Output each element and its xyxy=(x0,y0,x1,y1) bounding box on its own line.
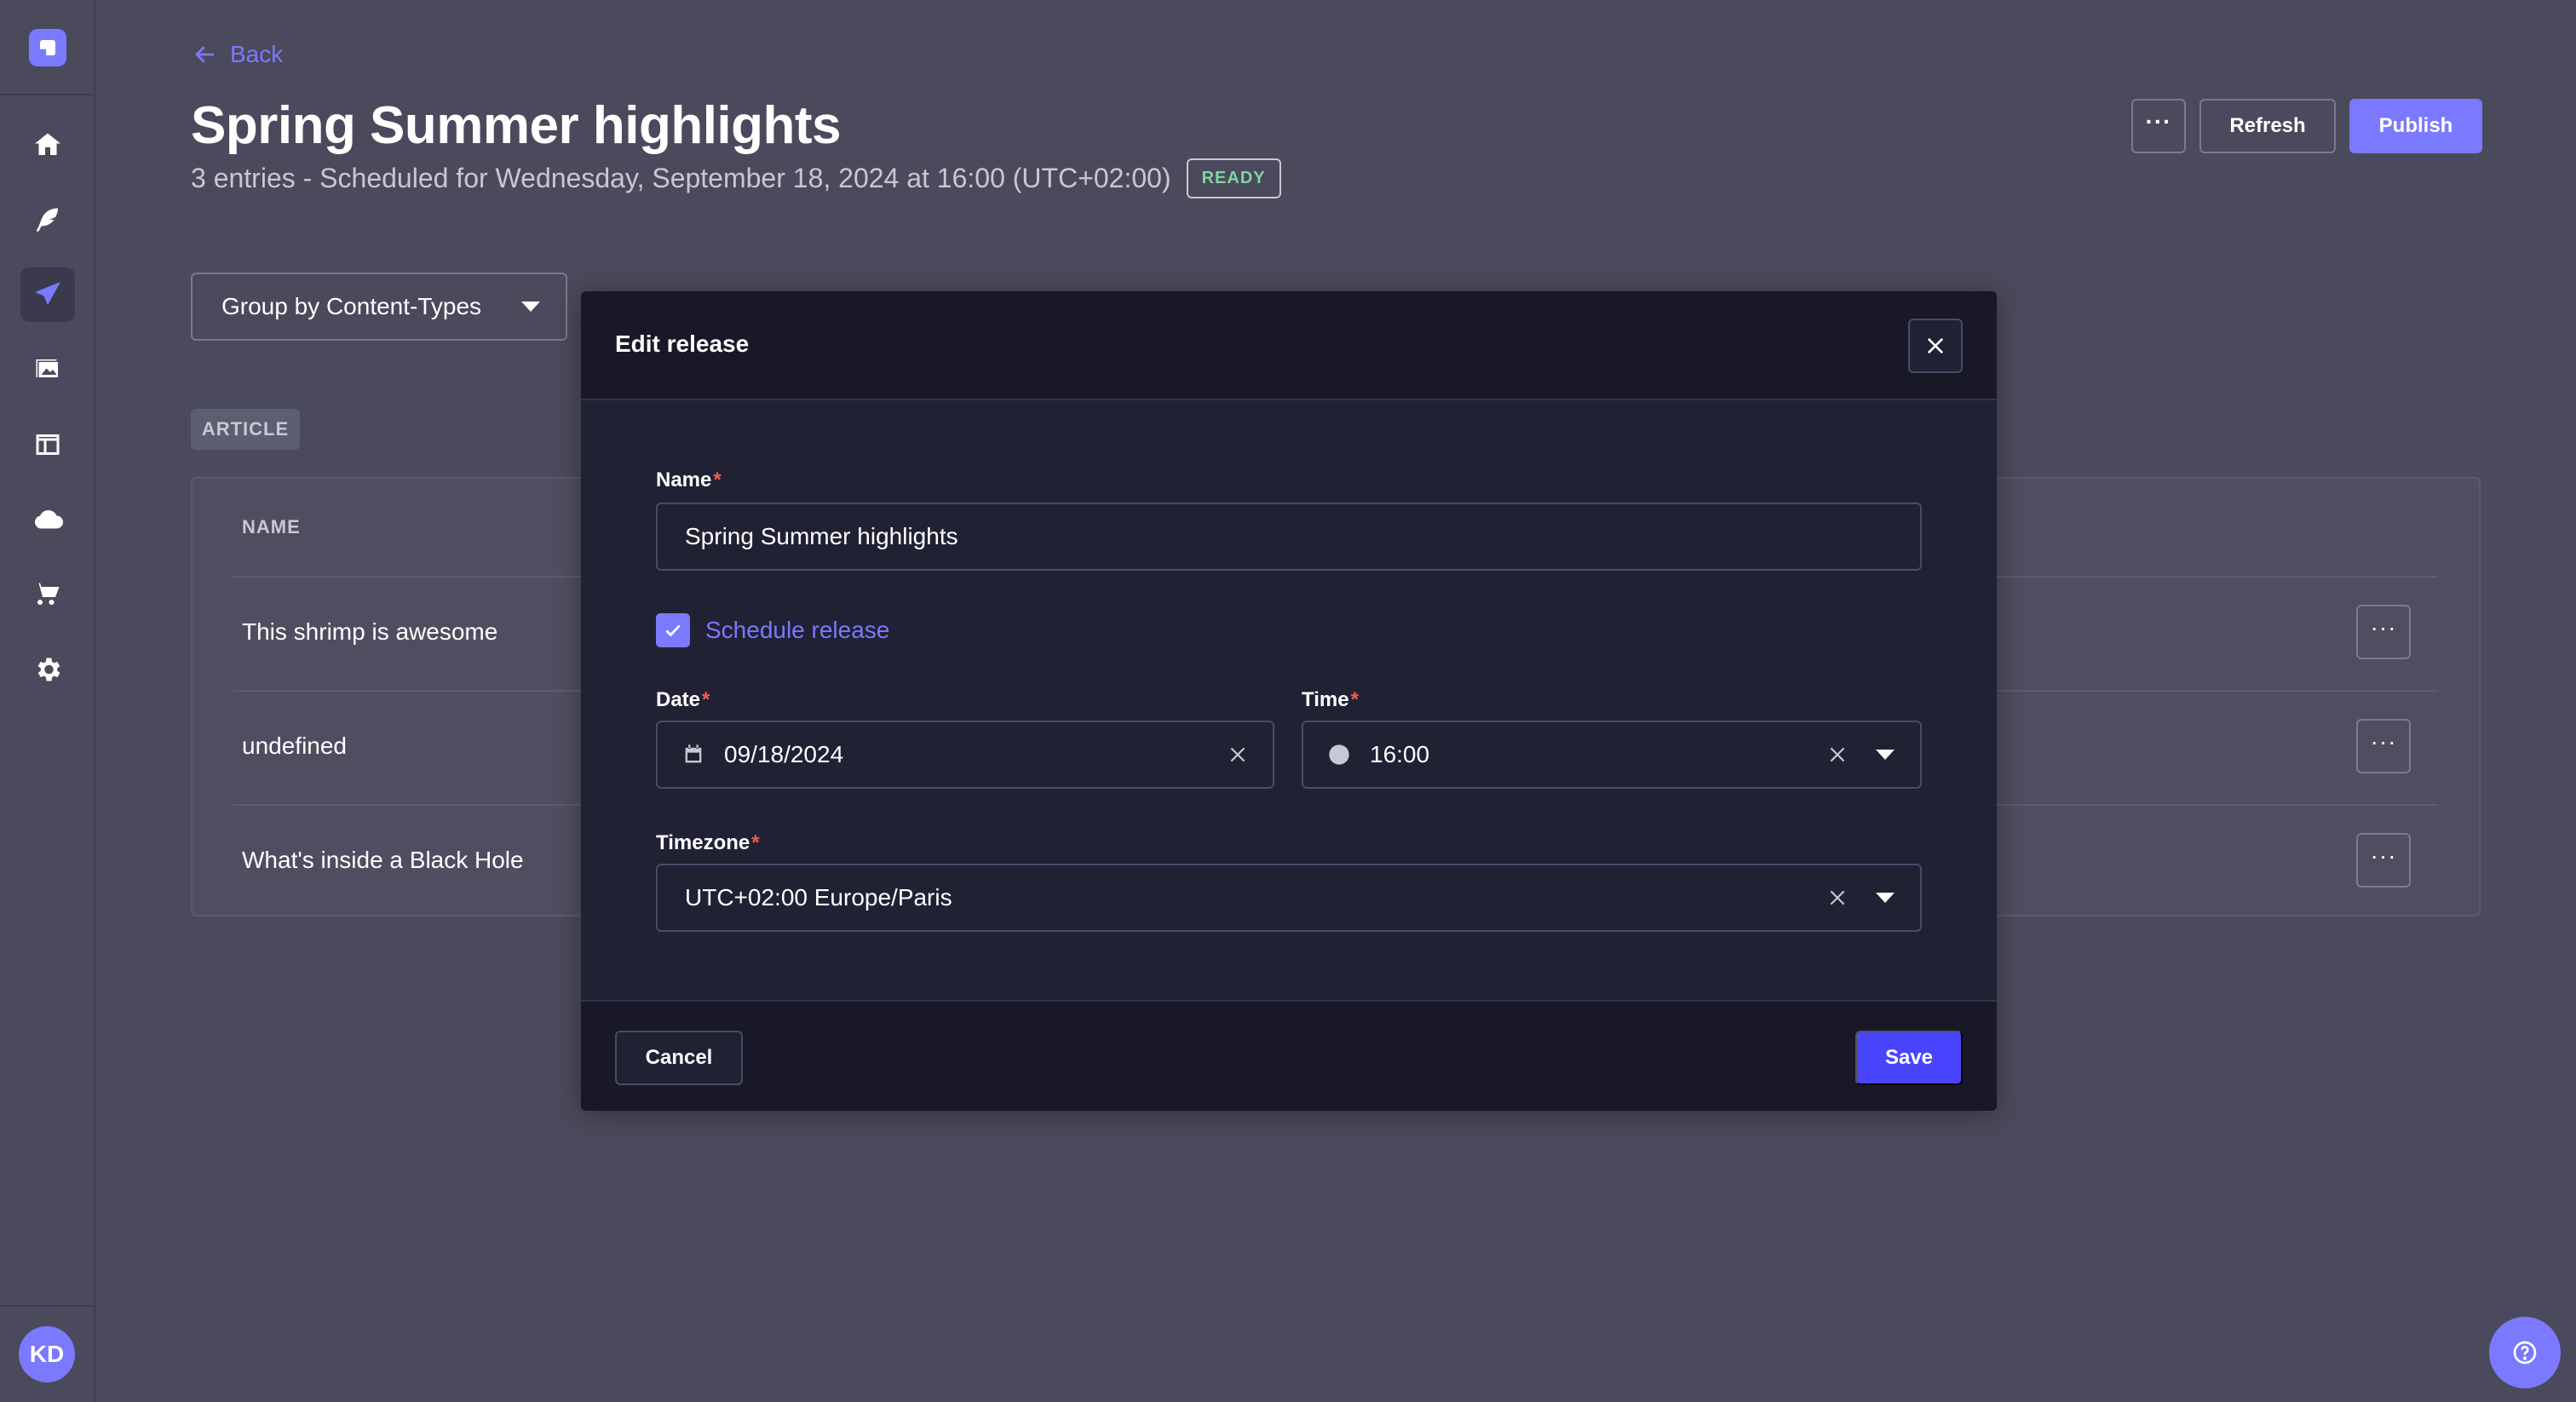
table-row-name: What's inside a Black Hole xyxy=(242,847,524,873)
status-badge: READY xyxy=(1186,158,1281,198)
modal-footer: Cancel Save xyxy=(581,1000,1997,1111)
arrow-left-icon xyxy=(195,46,214,63)
images-icon[interactable] xyxy=(20,342,75,397)
back-link[interactable]: Back xyxy=(193,41,283,68)
timezone-label: Timezone* xyxy=(656,831,760,855)
clock-icon xyxy=(1329,744,1349,765)
date-picker[interactable]: 09/18/2024 xyxy=(656,721,1274,789)
content-type-badge: ARTICLE xyxy=(191,409,300,450)
clear-timezone-icon[interactable] xyxy=(1826,887,1849,909)
group-by-value: Group by Content-Types xyxy=(221,293,482,319)
question-icon xyxy=(2513,1341,2537,1365)
name-label: Name* xyxy=(656,468,722,492)
clear-date-icon[interactable] xyxy=(1227,744,1249,766)
home-icon[interactable] xyxy=(20,118,75,172)
required-marker: * xyxy=(702,688,710,711)
timezone-label-text: Timezone xyxy=(656,831,750,854)
sidebar-divider xyxy=(0,94,95,95)
publish-button[interactable]: Publish xyxy=(2349,99,2482,153)
cancel-button[interactable]: Cancel xyxy=(615,1031,743,1085)
row-more-button[interactable]: ··· xyxy=(2356,605,2411,659)
table-row-name: undefined xyxy=(242,733,348,759)
column-header-name: NAME xyxy=(242,516,301,537)
timezone-value: UTC+02:00 Europe/Paris xyxy=(685,884,952,911)
gear-icon[interactable] xyxy=(20,642,75,697)
time-label-text: Time xyxy=(1302,688,1349,711)
sidebar: KD xyxy=(0,0,95,1402)
close-icon xyxy=(1927,337,1944,354)
user-avatar[interactable]: KD xyxy=(19,1326,75,1382)
date-label-text: Date xyxy=(656,688,701,711)
app-root: KD Back Spring Summer highlights 3 entri… xyxy=(0,0,2576,1402)
schedule-label: Schedule release xyxy=(705,617,890,643)
help-button[interactable] xyxy=(2489,1317,2561,1388)
row-more-button[interactable]: ··· xyxy=(2356,719,2411,773)
cloud-icon[interactable] xyxy=(20,492,75,547)
schedule-release-toggle[interactable]: Schedule release xyxy=(656,613,889,647)
save-button[interactable]: Save xyxy=(1855,1031,1963,1085)
group-by-select[interactable]: Group by Content-Types xyxy=(191,273,567,341)
check-icon xyxy=(665,624,681,637)
time-value: 16:00 xyxy=(1370,741,1430,767)
release-info: 3 entries - Scheduled for Wednesday, Sep… xyxy=(191,158,1281,198)
more-actions-button[interactable]: ··· xyxy=(2131,99,2186,153)
modal-title: Edit release xyxy=(615,330,750,357)
date-value: 09/18/2024 xyxy=(724,741,844,767)
layout-icon[interactable] xyxy=(20,417,75,472)
release-subtitle: 3 entries - Scheduled for Wednesday, Sep… xyxy=(191,163,1171,193)
caret-down-icon[interactable] xyxy=(1876,750,1895,760)
schedule-checkbox[interactable] xyxy=(656,613,690,647)
date-label: Date* xyxy=(656,688,710,712)
strapi-logo[interactable] xyxy=(29,29,66,66)
required-marker: * xyxy=(1350,688,1359,711)
sidebar-divider xyxy=(0,1305,95,1307)
modal-header: Edit release xyxy=(581,291,1997,400)
cart-icon[interactable] xyxy=(20,567,75,622)
name-label-text: Name xyxy=(656,468,712,491)
time-label: Time* xyxy=(1302,688,1359,712)
calendar-icon xyxy=(685,744,702,763)
required-marker: * xyxy=(751,831,760,854)
refresh-button[interactable]: Refresh xyxy=(2199,99,2336,153)
caret-down-icon xyxy=(521,302,540,312)
name-input-value: Spring Summer highlights xyxy=(685,523,958,549)
timezone-select[interactable]: UTC+02:00 Europe/Paris xyxy=(656,864,1922,932)
row-more-button[interactable]: ··· xyxy=(2356,833,2411,888)
clear-time-icon[interactable] xyxy=(1826,744,1849,766)
required-marker: * xyxy=(713,468,722,491)
caret-down-icon[interactable] xyxy=(1876,893,1895,903)
close-button[interactable] xyxy=(1908,319,1963,373)
table-row-name: This shrimp is awesome xyxy=(242,618,498,645)
back-label: Back xyxy=(230,41,284,67)
paper-plane-icon[interactable] xyxy=(20,267,75,322)
name-input[interactable]: Spring Summer highlights xyxy=(656,503,1922,571)
time-picker[interactable]: 16:00 xyxy=(1302,721,1922,789)
header-actions: ··· Refresh Publish xyxy=(2131,99,2482,153)
page-title: Spring Summer highlights xyxy=(191,96,842,155)
edit-release-modal: Edit release Name* Spring Summer highlig… xyxy=(581,291,1997,1111)
feather-icon[interactable] xyxy=(20,192,75,247)
